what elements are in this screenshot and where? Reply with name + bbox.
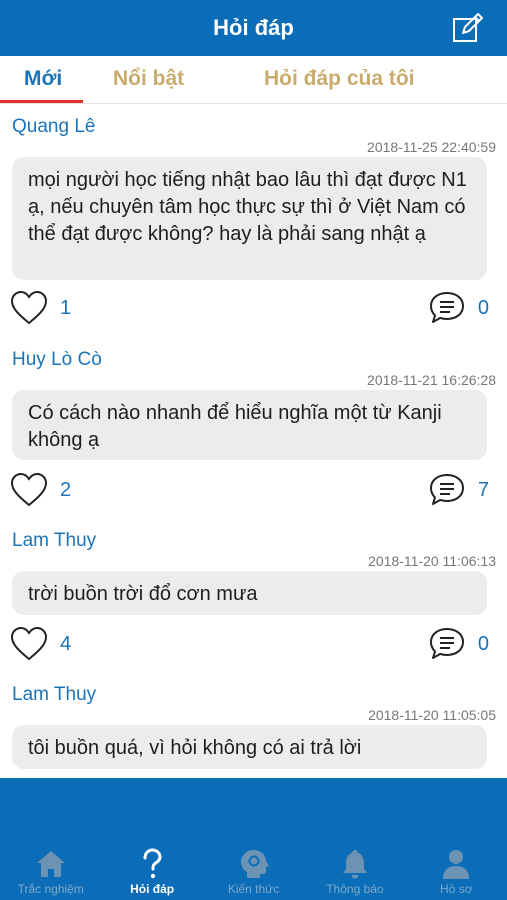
nav-ho-so[interactable]: Hồ sơ bbox=[406, 838, 507, 900]
post-timestamp: 2018-11-21 16:26:28 bbox=[367, 372, 496, 388]
nav-kien-thuc[interactable]: Kiến thức bbox=[203, 838, 304, 900]
question-card: Huy Lò Cò 2018-11-21 16:26:28 Có cách nà… bbox=[0, 337, 507, 517]
like-button[interactable]: 4 bbox=[10, 626, 71, 662]
comment-button[interactable]: 7 bbox=[428, 472, 489, 508]
like-button[interactable]: 2 bbox=[10, 472, 71, 508]
heart-icon bbox=[10, 290, 48, 325]
heart-icon bbox=[10, 472, 48, 507]
tab-moi[interactable]: Mới bbox=[24, 67, 62, 91]
post-timestamp: 2018-11-25 22:40:59 bbox=[367, 139, 496, 155]
nav-label: Hồ sơ bbox=[440, 882, 473, 896]
author-name[interactable]: Quang Lê bbox=[12, 116, 95, 138]
nav-thong-bao[interactable]: Thông báo bbox=[304, 838, 405, 900]
question-text[interactable]: Có cách nào nhanh để hiểu nghĩa một từ K… bbox=[12, 390, 487, 460]
nav-hoi-dap[interactable]: Hỏi đáp bbox=[101, 838, 202, 900]
nav-label: Thông báo bbox=[326, 882, 384, 896]
app-header: Hỏi đáp bbox=[0, 0, 507, 56]
brain-icon bbox=[240, 850, 269, 878]
comment-icon bbox=[429, 292, 464, 323]
question-card: Lam Thuy 2018-11-20 11:05:05 tôi buồn qu… bbox=[0, 672, 507, 778]
tab-hoi-dap-cua-toi[interactable]: Hỏi đáp của tôi bbox=[264, 67, 415, 91]
question-text[interactable]: tôi buồn quá, vì hỏi không có ai trả lời bbox=[12, 725, 487, 769]
question-feed[interactable]: Quang Lê 2018-11-25 22:40:59 mọi người h… bbox=[0, 104, 507, 778]
post-timestamp: 2018-11-20 11:05:05 bbox=[368, 707, 496, 723]
home-icon bbox=[36, 851, 65, 877]
comment-count: 0 bbox=[477, 632, 489, 655]
comment-icon bbox=[429, 474, 464, 505]
nav-label: Kiến thức bbox=[227, 882, 280, 896]
page-title: Hỏi đáp bbox=[213, 15, 294, 40]
nav-label: Trắc nghiệm bbox=[17, 882, 84, 896]
question-card: Quang Lê 2018-11-25 22:40:59 mọi người h… bbox=[0, 104, 507, 334]
post-timestamp: 2018-11-20 11:06:13 bbox=[368, 553, 496, 569]
author-name[interactable]: Huy Lò Cò bbox=[12, 349, 102, 371]
comment-button[interactable]: 0 bbox=[428, 626, 489, 662]
author-name[interactable]: Lam Thuy bbox=[12, 684, 96, 706]
like-count: 1 bbox=[60, 296, 72, 319]
comment-count: 0 bbox=[477, 296, 489, 319]
compose-icon[interactable] bbox=[451, 12, 485, 46]
like-count: 4 bbox=[60, 632, 72, 655]
question-card: Lam Thuy 2018-11-20 11:06:13 trời buồn t… bbox=[0, 518, 507, 678]
comment-button[interactable]: 0 bbox=[428, 290, 489, 326]
author-name[interactable]: Lam Thuy bbox=[12, 530, 96, 552]
comment-count: 7 bbox=[477, 478, 489, 501]
like-button[interactable]: 1 bbox=[10, 290, 71, 326]
bell-icon bbox=[342, 850, 367, 879]
question-text[interactable]: mọi người học tiếng nhật bao lâu thì đạt… bbox=[12, 157, 487, 280]
like-count: 2 bbox=[60, 478, 72, 501]
heart-icon bbox=[10, 626, 48, 661]
tab-bar: Mới Nổi bật Hỏi đáp của tôi bbox=[0, 56, 507, 104]
question-icon bbox=[143, 848, 162, 879]
comment-icon bbox=[429, 628, 464, 659]
person-icon bbox=[443, 850, 470, 879]
question-text[interactable]: trời buồn trời đổ cơn mưa bbox=[12, 571, 487, 615]
nav-label: Hỏi đáp bbox=[130, 882, 175, 896]
nav-trac-nghiem[interactable]: Trắc nghiệm bbox=[0, 838, 101, 900]
tab-noi-bat[interactable]: Nổi bật bbox=[113, 67, 184, 91]
active-tab-indicator bbox=[0, 100, 83, 103]
bottom-navigation: Trắc nghiệm Hỏi đáp Kiến thức Thông báo … bbox=[0, 838, 507, 900]
